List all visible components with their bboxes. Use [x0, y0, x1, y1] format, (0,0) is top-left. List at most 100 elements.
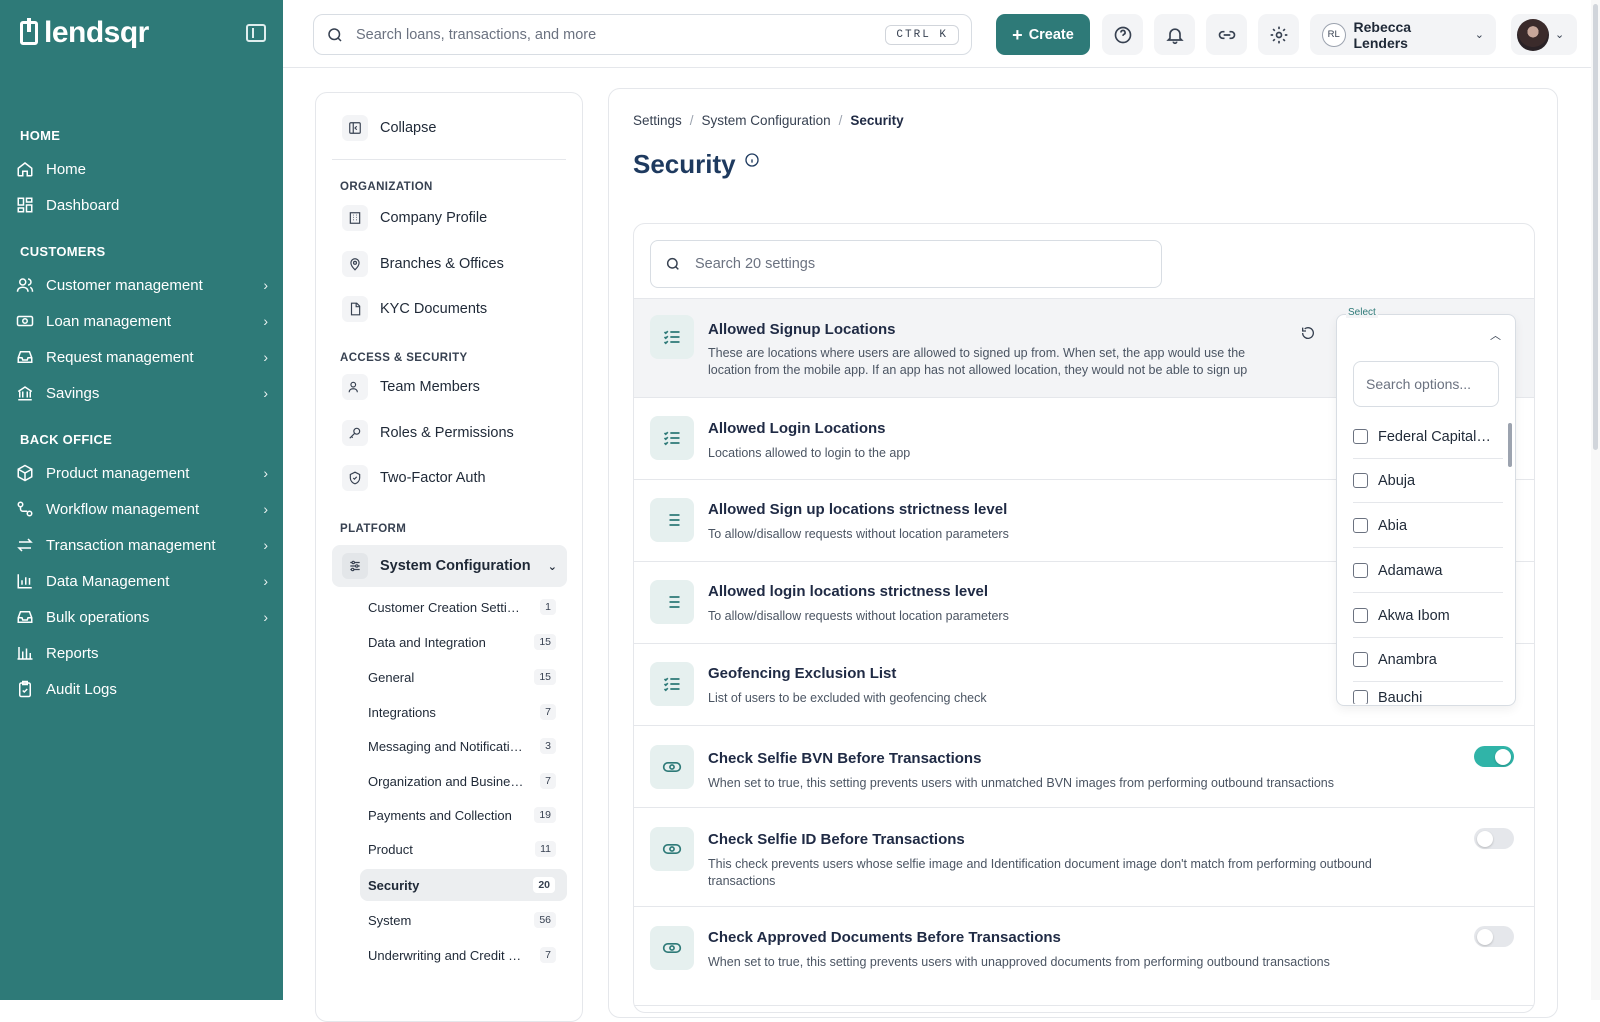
check-selfie-id-toggle[interactable] — [1474, 828, 1514, 849]
notifications-button[interactable] — [1154, 14, 1195, 55]
sidebar-item-workflow-management[interactable]: Workflow management › — [16, 494, 268, 524]
subnav-item-branches[interactable]: Branches & Offices — [342, 251, 504, 277]
list-icon — [650, 580, 694, 624]
child-label: Product — [368, 841, 413, 857]
sidebar-item-label: Data Management — [46, 572, 170, 590]
dropdown-trigger[interactable]: ︿ — [1337, 315, 1515, 350]
dropdown-search-input[interactable]: Search options... — [1353, 361, 1499, 407]
inbox-stack-icon — [17, 611, 33, 623]
count-badge: 15 — [534, 669, 556, 685]
breadcrumb-system-configuration[interactable]: System Configuration — [702, 113, 831, 128]
toggle-knob — [1477, 830, 1493, 847]
subnav-child-product[interactable]: Product 11 — [368, 833, 568, 865]
subnav-item-roles[interactable]: Roles & Permissions — [342, 420, 514, 446]
checkbox[interactable] — [1353, 429, 1368, 444]
dropdown-scrollbar[interactable] — [1508, 423, 1512, 467]
sidebar-item-dashboard[interactable]: Dashboard — [16, 190, 268, 220]
breadcrumb-current: Security — [850, 113, 904, 128]
chevron-right-icon: › — [263, 313, 268, 329]
subnav-child-underwriting[interactable]: Underwriting and Credit … 7 — [368, 939, 568, 971]
count-badge: 15 — [534, 634, 556, 650]
setting-row-check-selfie-id: Check Selfie ID Before Transactions This… — [634, 807, 1534, 906]
check-approved-documents-toggle[interactable] — [1474, 926, 1514, 947]
subnav-child-integrations[interactable]: Integrations 7 — [368, 696, 568, 728]
subnav-item-label: Branches & Offices — [380, 256, 504, 272]
sidebar-item-customer-management[interactable]: Customer management › — [16, 270, 268, 300]
help-button[interactable] — [1102, 14, 1143, 55]
dropdown-option[interactable]: Adamawa — [1353, 549, 1503, 593]
sidebar-item-request-management[interactable]: Request management › — [16, 342, 268, 372]
scrollbar-thumb[interactable] — [1593, 4, 1598, 450]
toggle-icon — [650, 745, 694, 789]
dropdown-option[interactable]: Bauchi — [1353, 682, 1503, 704]
subnav-item-kyc-documents[interactable]: KYC Documents — [342, 296, 487, 322]
subnav-child-general[interactable]: General 15 — [368, 661, 568, 693]
building-icon — [342, 205, 368, 231]
option-label: Abia — [1378, 517, 1408, 534]
dashboard-icon — [17, 197, 33, 213]
organization-switcher[interactable]: RL Rebecca Lenders ⌄ — [1310, 14, 1496, 55]
link-button[interactable] — [1206, 14, 1247, 55]
dropdown-option[interactable]: Abuja — [1353, 459, 1503, 503]
reset-icon[interactable] — [1300, 325, 1316, 346]
breadcrumb-settings[interactable]: Settings — [633, 113, 682, 128]
subnav-child-organization[interactable]: Organization and Busine… 7 — [368, 765, 568, 797]
section-heading-home: HOME — [20, 128, 61, 143]
checkbox[interactable] — [1353, 518, 1368, 533]
plus-icon: + — [1012, 24, 1023, 45]
sidebar-item-transaction-management[interactable]: Transaction management › — [16, 530, 268, 560]
page-scrollbar[interactable] — [1591, 0, 1600, 1000]
subnav-item-system-configuration[interactable]: System Configuration ⌄ — [332, 545, 567, 587]
link-icon — [1218, 30, 1235, 39]
sidebar-item-label: Transaction management — [46, 536, 216, 554]
checkbox[interactable] — [1353, 563, 1368, 578]
subnav-child-data-integration[interactable]: Data and Integration 15 — [368, 626, 568, 658]
brand-logo[interactable]: lendsqr — [20, 16, 149, 50]
dropdown-option[interactable]: Abia — [1353, 504, 1503, 548]
sidebar-item-savings[interactable]: Savings › — [16, 378, 268, 408]
child-label: General — [368, 669, 415, 685]
check-selfie-bvn-toggle[interactable] — [1474, 746, 1514, 767]
subnav-child-messaging[interactable]: Messaging and Notificati… 3 — [368, 730, 568, 762]
global-search-input[interactable]: Search loans, transactions, and more CTR… — [313, 14, 972, 55]
child-label: Payments and Collection — [368, 807, 512, 823]
sidebar-item-label: Savings — [46, 384, 100, 402]
chevron-down-icon: ⌄ — [1474, 29, 1484, 41]
sidebar-collapse-icon[interactable] — [246, 24, 266, 42]
subnav-child-payments[interactable]: Payments and Collection 19 — [368, 799, 568, 831]
create-button[interactable]: + Create — [996, 14, 1090, 55]
sidebar-item-audit-logs[interactable]: Audit Logs — [16, 674, 268, 704]
subnav-item-company-profile[interactable]: Company Profile — [342, 205, 487, 231]
subnav-item-two-factor[interactable]: Two-Factor Auth — [342, 465, 486, 491]
info-icon[interactable] — [744, 152, 760, 168]
chevron-right-icon: › — [263, 573, 268, 589]
page-title: Security — [633, 149, 760, 180]
collapse-button[interactable]: Collapse — [342, 115, 436, 141]
checkbox[interactable] — [1353, 690, 1368, 704]
subnav-child-customer-creation[interactable]: Customer Creation Setti… 1 — [368, 591, 568, 623]
subnav-child-system[interactable]: System 56 — [368, 904, 568, 936]
sidebar-item-product-management[interactable]: Product management › — [16, 458, 268, 488]
checkbox[interactable] — [1353, 652, 1368, 667]
subnav-item-team-members[interactable]: Team Members — [342, 374, 480, 400]
sidebar-item-bulk-operations[interactable]: Bulk operations › — [16, 602, 268, 632]
checkbox[interactable] — [1353, 473, 1368, 488]
sidebar-item-loan-management[interactable]: Loan management › — [16, 306, 268, 336]
sidebar-item-data-management[interactable]: Data Management › — [16, 566, 268, 596]
dropdown-option[interactable]: Akwa Ibom — [1353, 594, 1503, 638]
dropdown-option[interactable]: Federal Capital … — [1353, 415, 1503, 459]
setting-description: To allow/disallow requests without locat… — [708, 609, 1009, 623]
dropdown-floating-label: Select — [1346, 307, 1378, 318]
subnav-child-security[interactable]: Security 20 — [360, 869, 567, 901]
sidebar-item-reports[interactable]: Reports — [16, 638, 268, 668]
dropdown-option[interactable]: Anambra — [1353, 638, 1503, 682]
profile-menu-button[interactable]: ⌄ — [1511, 14, 1577, 55]
settings-button[interactable] — [1258, 14, 1299, 55]
sidebar-item-home[interactable]: Home — [16, 154, 268, 184]
sliders-icon — [342, 553, 368, 579]
location-multiselect-dropdown[interactable]: ︿ Search options... Federal Capital … Ab… — [1336, 314, 1516, 706]
search-icon — [328, 27, 342, 42]
checkbox[interactable] — [1353, 608, 1368, 623]
users-icon — [16, 278, 34, 292]
settings-search-input[interactable]: Search 20 settings — [650, 240, 1162, 288]
